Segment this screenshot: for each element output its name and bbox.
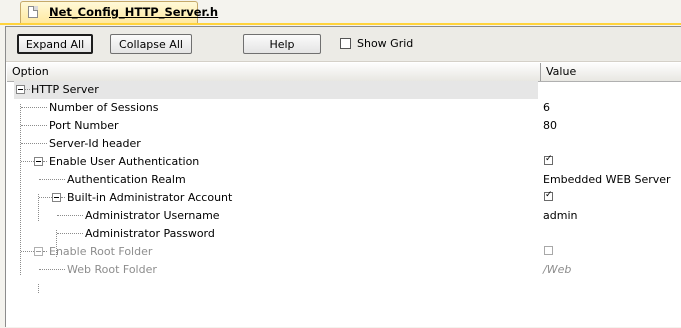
show-grid-label: Show Grid [357,37,414,50]
tree-row-enable-user-authentication[interactable]: Enable User Authentication ✓ [7,153,681,171]
tree-connector [61,197,65,198]
option-label: Server-Id header [49,137,141,150]
tree-connector [21,143,47,144]
help-button[interactable]: Help [243,34,321,54]
tree-connector [25,89,30,90]
tree-row-http-server[interactable]: HTTP Server [7,81,681,99]
enable-user-authentication-checkbox[interactable]: ✓ [544,154,553,165]
tab-underline [0,23,681,25]
tree-connector [43,251,47,252]
tree-line [38,284,39,293]
tree-connector [21,161,34,162]
tab-strip: Net_Config_HTTP_Server.h [0,0,681,25]
option-value[interactable]: Embedded WEB Server [543,173,671,186]
enable-root-folder-checkbox[interactable] [544,246,553,255]
tab-label: Net_Config_HTTP_Server.h [49,5,219,19]
option-label: Number of Sessions [49,101,159,114]
tree-row-administrator-username[interactable]: Administrator Username admin [7,207,681,225]
tree-row-enable-root-folder[interactable]: Enable Root Folder [7,243,681,261]
tree-row-number-of-sessions[interactable]: Number of Sessions 6 [7,99,681,117]
option-label: Administrator Password [85,227,215,240]
option-label: Built-in Administrator Account [67,191,233,204]
collapse-icon[interactable] [34,157,43,166]
option-value[interactable]: 6 [543,101,550,114]
tree-connector [39,197,52,198]
option-label: Web Root Folder [67,263,157,276]
option-label: Authentication Realm [67,173,186,186]
collapse-icon[interactable] [52,193,61,202]
checkmark-icon: ✓ [545,190,553,200]
tree-row-web-root-folder[interactable]: Web Root Folder /Web [7,261,681,279]
expand-all-button[interactable]: Expand All [17,34,93,54]
option-label: Administrator Username [85,209,220,222]
toolbar: Expand All Collapse All Help Show Grid [6,27,681,62]
option-value[interactable]: admin [543,209,577,222]
tree-row-authentication-realm[interactable]: Authentication Realm Embedded WEB Server [7,171,681,189]
options-grid: Option Value HTTP Server Number of Sessi… [7,63,681,328]
collapse-all-button[interactable]: Collapse All [110,34,192,54]
tree-connector [21,125,47,126]
option-label: Enable Root Folder [49,245,153,258]
tab-net-config-http-server[interactable]: Net_Config_HTTP_Server.h [20,1,218,23]
option-value[interactable]: /Web [543,263,571,276]
option-label: Port Number [49,119,119,132]
tree-connector [39,269,65,270]
collapse-icon[interactable] [34,247,43,256]
tree-connector [21,251,34,252]
tree-connector [57,233,83,234]
collapse-icon[interactable] [16,85,25,94]
tree-row-port-number[interactable]: Port Number 80 [7,117,681,135]
column-header-value[interactable]: Value [541,63,681,81]
tree-row-server-id-header[interactable]: Server-Id header [7,135,681,153]
document-icon [28,6,38,18]
tree-connector [21,107,47,108]
option-label: Enable User Authentication [49,155,200,168]
show-grid-checkbox[interactable] [340,38,351,49]
option-label: HTTP Server [31,83,99,96]
tree-connector [39,179,65,180]
tree-connector [43,161,47,162]
tree-row-built-in-administrator-account[interactable]: Built-in Administrator Account ✓ [7,189,681,207]
checkmark-icon: ✓ [545,154,553,164]
built-in-administrator-account-checkbox[interactable]: ✓ [544,190,553,201]
option-value[interactable]: 80 [543,119,557,132]
grid-header: Option Value [7,63,681,82]
tree-connector [57,215,83,216]
column-header-option[interactable]: Option [7,63,540,81]
configuration-panel: Expand All Collapse All Help Show Grid O… [5,26,681,327]
tree-row-administrator-password[interactable]: Administrator Password [7,225,681,243]
